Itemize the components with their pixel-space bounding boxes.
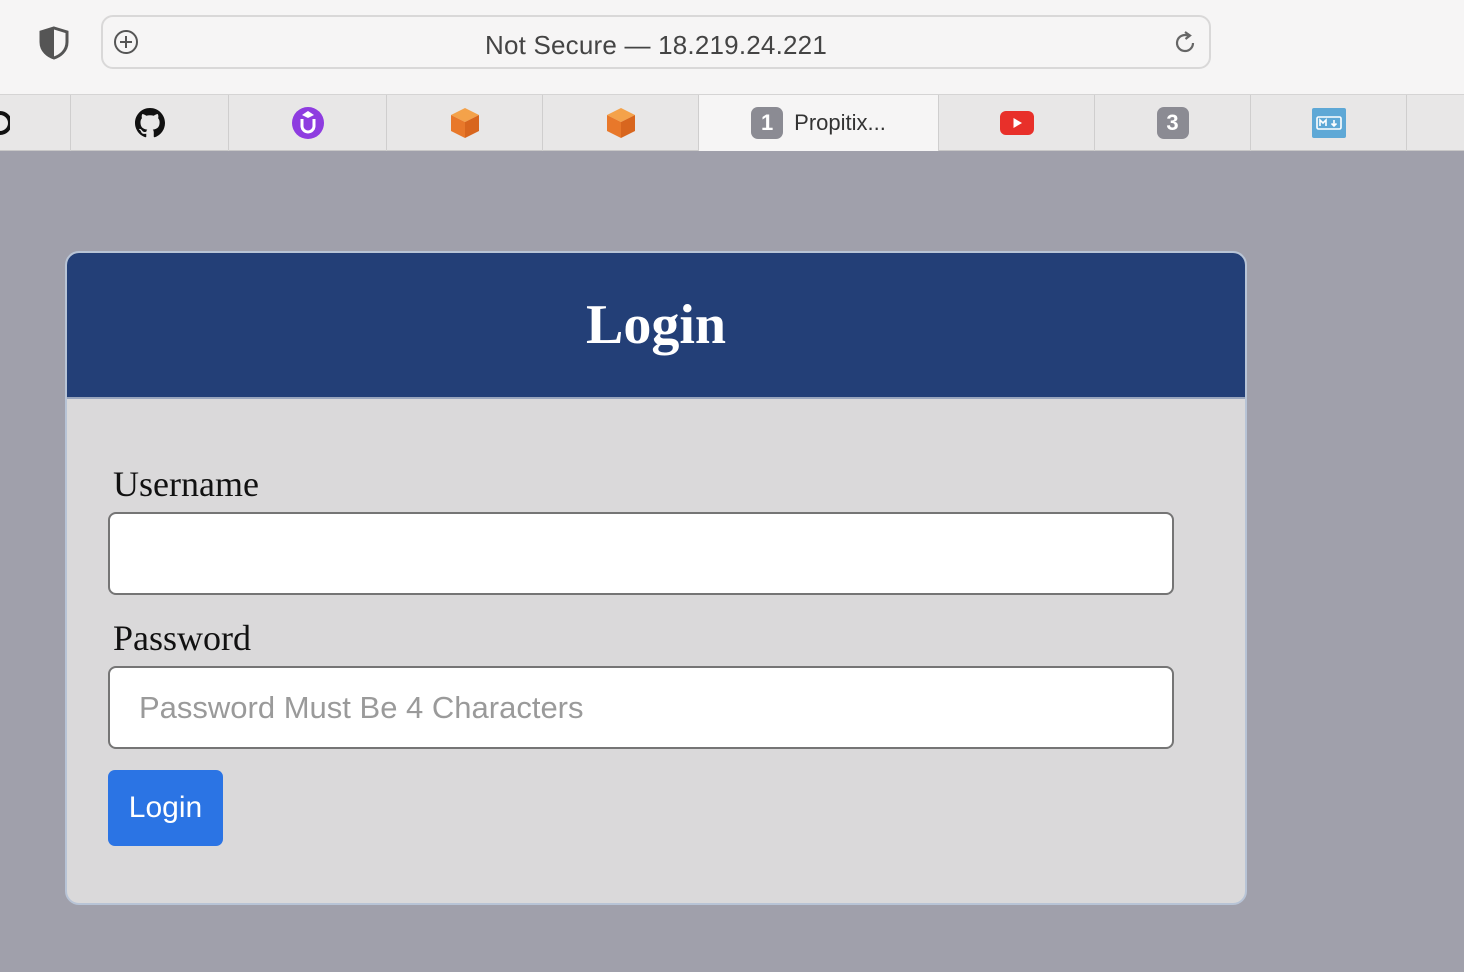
tab-orange-cube-2[interactable]: [543, 95, 699, 151]
youtube-icon: [999, 111, 1034, 135]
login-card: Login Username Password Login: [65, 251, 1247, 905]
tab-strip: 1 Propitix... 3: [0, 94, 1464, 151]
tab-partial[interactable]: [0, 95, 71, 151]
tab-markdown[interactable]: [1251, 95, 1407, 151]
tab-github[interactable]: [71, 95, 229, 151]
login-title: Login: [585, 294, 727, 356]
username-input[interactable]: [108, 512, 1174, 595]
username-label: Username: [113, 464, 259, 504]
browser-toolbar: Not Secure — 18.219.24.221: [0, 0, 1464, 94]
login-button[interactable]: Login: [108, 770, 223, 846]
tab-badge-3[interactable]: 3: [1095, 95, 1251, 151]
password-input[interactable]: [108, 666, 1174, 749]
privacy-shield-icon[interactable]: [38, 26, 70, 60]
password-label: Password: [113, 618, 252, 658]
url-text[interactable]: Not Secure — 18.219.24.221: [103, 30, 1209, 61]
tab-propitix[interactable]: 1 Propitix...: [699, 95, 939, 151]
badge-1-icon: 1: [751, 107, 784, 139]
address-bar[interactable]: Not Secure — 18.219.24.221: [101, 15, 1211, 69]
udemy-icon: [291, 107, 324, 139]
partial-icon: [0, 111, 10, 135]
orange-cube-icon: [606, 108, 635, 138]
markdown-icon: [1311, 108, 1346, 138]
badge-3-icon: 3: [1156, 107, 1189, 139]
tab-udemy[interactable]: [229, 95, 387, 151]
orange-cube-icon: [450, 108, 479, 138]
github-icon: [134, 108, 165, 138]
tab-title: Propitix...: [794, 110, 886, 135]
reload-icon[interactable]: [1171, 29, 1199, 57]
tab-orange-cube-1[interactable]: [387, 95, 543, 151]
card-header: Login: [67, 253, 1245, 399]
tab-youtube[interactable]: [939, 95, 1095, 151]
